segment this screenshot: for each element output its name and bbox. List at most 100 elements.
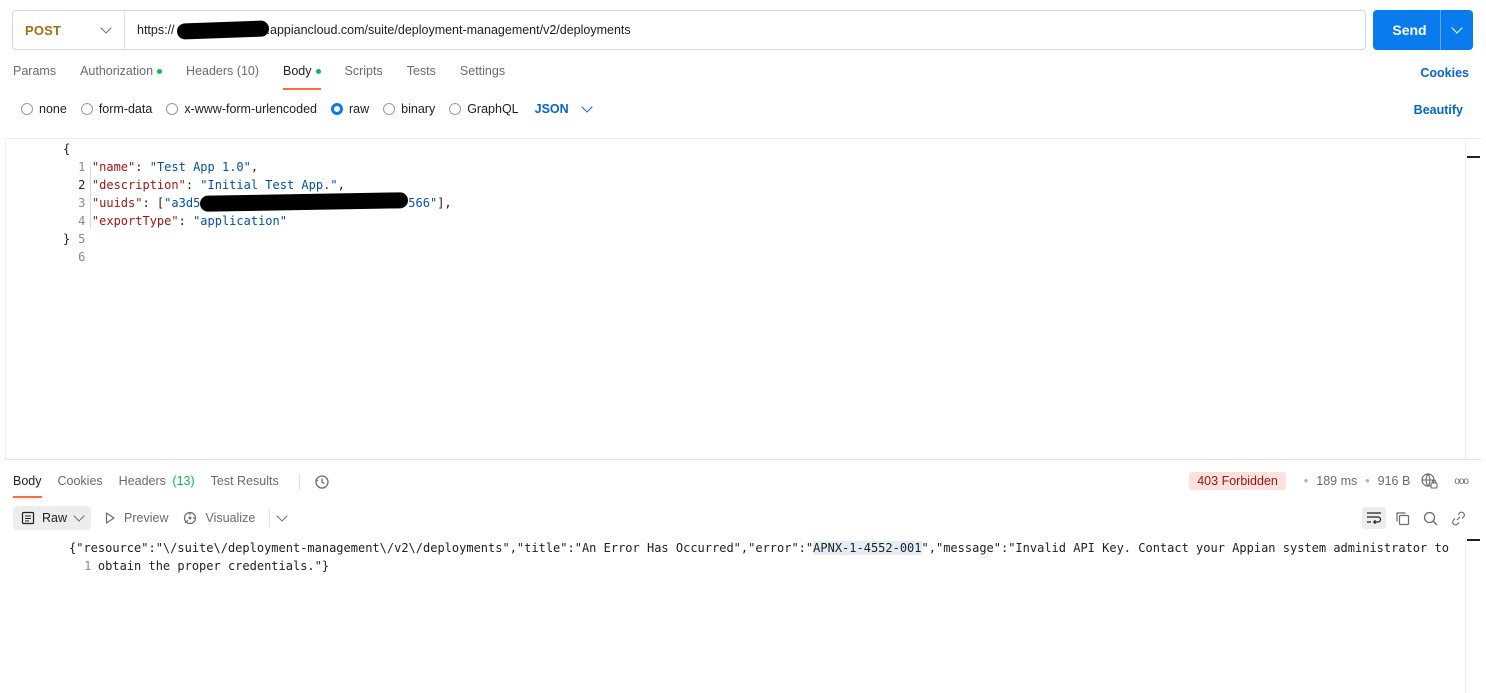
more-options-button[interactable]: ooo [1454,476,1469,487]
editor-line: 4 "uuids": ["a3d5 566"], [6,192,452,228]
tab-label: Tests [406,64,436,78]
response-tabs: Body Cookies Headers (13) Test Results [13,474,330,498]
tab-count: (10) [236,64,260,78]
tab-count: (13) [172,474,195,488]
response-meta: 403 Forbidden • 189 ms • 916 B ooo [1189,472,1469,490]
tab-body[interactable]: Body [283,64,321,90]
radio-urlencoded[interactable]: x-www-form-urlencoded [166,102,317,116]
copy-icon [1395,511,1409,525]
radio-none[interactable]: none [21,102,67,116]
tab-label: Headers [118,474,166,488]
code-token: } [63,232,71,246]
radio-circle [449,103,462,115]
radio-label: x-www-form-urlencoded [184,102,317,116]
document-icon [21,511,35,525]
tab-label: Settings [459,64,506,78]
chevron-down-icon [73,510,85,522]
radio-circle [80,103,93,115]
tab-label: Cookies [57,474,103,488]
response-time[interactable]: 189 ms [1316,474,1357,488]
view-mode-select[interactable]: Raw [13,506,92,530]
method-label: POST [25,22,62,38]
send-options-button[interactable] [1440,10,1473,50]
play-icon [105,512,115,524]
tab-response-headers[interactable]: Headers (13) [119,474,195,498]
editor-line: 2 "name": "Test App 1.0", [6,158,258,192]
search-button[interactable] [1418,507,1442,529]
chevron-down-icon [581,101,593,113]
url-bar: POST https:// .appiancloud.com/suite/dep… [12,10,1366,50]
visualize-button[interactable]: Visualize [182,510,255,526]
method-select[interactable]: POST [13,11,125,49]
chevron-down-icon [276,510,288,522]
radio-label: form-data [98,102,153,116]
separator: • [1365,474,1370,488]
editor-line: 5 "exportType": "application" [6,212,287,246]
radio-form-data[interactable]: form-data [80,102,153,116]
request-body-editor[interactable]: 1 { 2 "name": "Test App 1.0", 3 "descrip… [5,138,1481,460]
response-toolbar: Raw Preview Visualize [13,506,288,530]
redacted-uuid [200,192,409,212]
radio-label: binary [401,102,436,116]
body-format-label: JSON [534,102,569,116]
copy-button[interactable] [1390,507,1414,529]
visualize-options-button[interactable] [269,509,288,527]
status-badge[interactable]: 403 Forbidden [1189,472,1286,490]
url-suffix: .appiancloud.com/suite/deployment-manage… [266,23,631,37]
response-body-viewer[interactable]: 1 {"resource":"\/suite\/deployment-manag… [5,537,1481,693]
tab-response-cookies[interactable]: Cookies [58,474,103,498]
json-value: 566" [408,196,438,210]
cookies-link[interactable]: Cookies [1420,66,1469,80]
beautify-button[interactable]: Beautify [1414,103,1463,117]
response-size[interactable]: 916 B [1378,474,1411,488]
tab-label: Params [13,64,57,78]
status-dot [157,69,163,74]
json-key: "description" [91,178,186,192]
preview-button[interactable]: Preview [103,511,168,525]
code-token: { [63,142,71,156]
radio-circle [166,103,179,115]
json-value: "application" [193,214,287,228]
json-value: "a3d5 [164,196,201,210]
request-tabs: Params Authorization Headers (10) Body S… [13,64,529,90]
url-input[interactable]: https:// .appiancloud.com/suite/deployme… [125,20,631,40]
tab-headers[interactable]: Headers (10) [186,64,259,90]
editor-scrollbar[interactable] [1465,139,1481,459]
separator: • [1303,474,1309,488]
editor-line: 1 { [6,140,85,174]
network-info-button[interactable] [1420,472,1438,490]
response-text: {"resource":"\/suite\/deployment-managem… [69,539,1454,575]
tab-tests[interactable]: Tests [407,64,436,90]
editor-line: 3 "description": "Initial Test App.", [6,176,345,210]
radio-binary[interactable]: binary [383,102,435,116]
json-key: "exportType" [91,214,179,228]
scrollbar-thumb[interactable] [1467,539,1480,541]
tab-scripts[interactable]: Scripts [345,64,383,90]
view-mode-label: Raw [42,511,68,525]
history-button[interactable] [298,474,330,490]
tab-test-results[interactable]: Test Results [211,474,279,498]
scrollbar-thumb[interactable] [1467,156,1480,158]
tab-settings[interactable]: Settings [460,64,505,90]
link-icon [1451,511,1465,525]
visualize-label: Visualize [205,511,256,525]
body-type-selector: none form-data x-www-form-urlencoded raw… [21,101,593,116]
wrap-lines-icon [1367,512,1382,525]
radio-raw[interactable]: raw [331,102,369,116]
radio-label: none [39,102,67,116]
tab-params[interactable]: Params [13,64,56,90]
tab-label: Scripts [344,64,383,78]
response-scrollbar[interactable] [1465,537,1481,693]
send-button[interactable]: Send [1373,22,1440,38]
tab-response-body[interactable]: Body [13,474,42,498]
history-icon [315,475,329,489]
radio-circle [331,103,343,115]
wrap-lines-button[interactable] [1362,507,1386,529]
radio-graphql[interactable]: GraphQL [449,102,519,116]
link-button[interactable] [1446,507,1470,529]
send-button-group: Send [1373,10,1473,50]
editor-line: 6 } [6,230,85,264]
line-number: 6 [78,250,86,264]
tab-authorization[interactable]: Authorization [80,64,163,90]
body-format-select[interactable]: JSON [534,101,593,116]
